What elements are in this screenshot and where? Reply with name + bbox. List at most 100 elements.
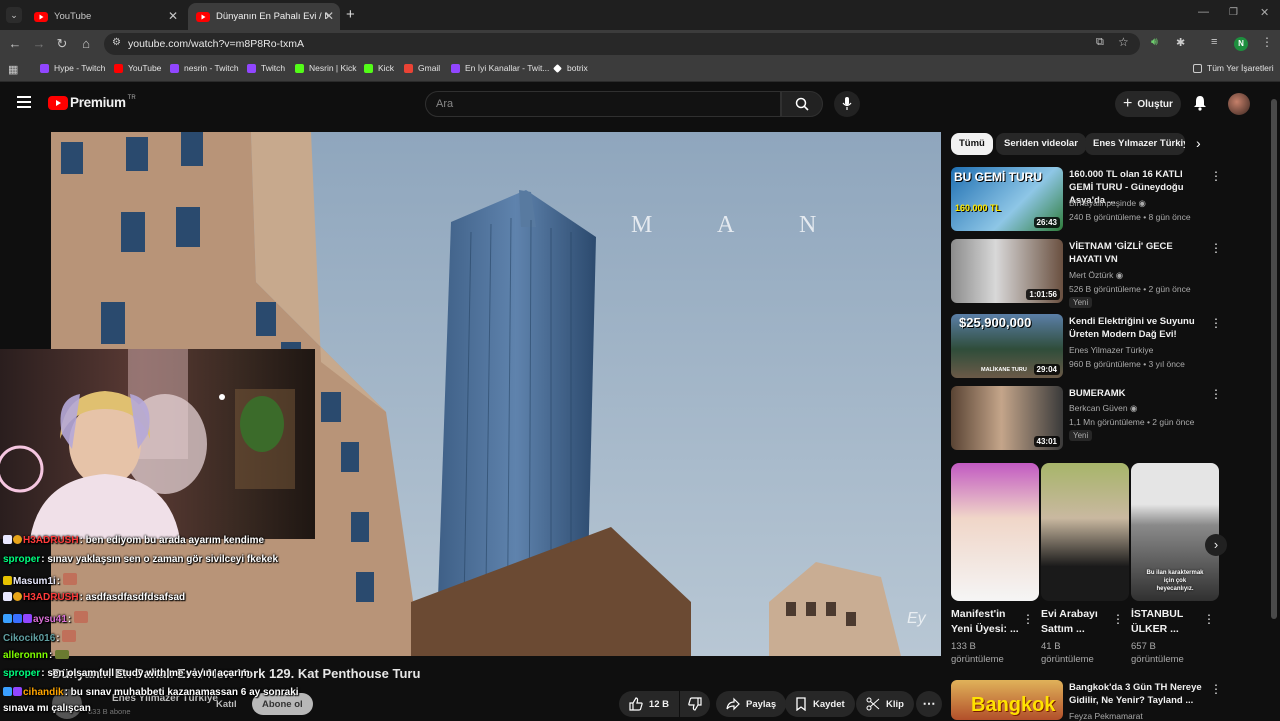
bookmark-item[interactable]: nesrin - Twitch: [170, 63, 239, 73]
related-meta: 960 B görüntüleme • 3 yıl önce: [1069, 359, 1185, 369]
chat-username[interactable]: aysu41: [33, 614, 67, 625]
related-title[interactable]: VİETNAM 'GİZLİ' GECE HAYATI VN: [1069, 240, 1204, 266]
site-info-icon[interactable]: ⚙: [112, 37, 121, 48]
logo-text: Premium: [70, 95, 126, 110]
page-scrollbar[interactable]: [1271, 87, 1277, 712]
new-tab-button[interactable]: +: [346, 6, 355, 23]
bookmark-item[interactable]: Twitch: [247, 63, 285, 73]
scissors-icon: [866, 697, 880, 711]
bookmark-item[interactable]: botrix: [553, 63, 588, 73]
close-tab-icon[interactable]: ✕: [324, 9, 334, 23]
close-tab-icon[interactable]: ✕: [168, 9, 178, 23]
more-actions-button[interactable]: ⋯: [916, 691, 942, 717]
chip-channel[interactable]: Enes Yılmazer Türkiye: [1085, 133, 1185, 155]
related-menu-icon[interactable]: ⋮: [1210, 170, 1222, 182]
bookmark-item[interactable]: Gmail: [404, 63, 440, 73]
related-channel[interactable]: Enes Yilmazer Türkiye: [1069, 345, 1153, 355]
tab-current-video[interactable]: Dünyanın En Pahalı Evi / New Y ✕: [188, 3, 340, 30]
audio-playing-icon[interactable]: 🔊︎: [1151, 36, 1158, 49]
related-thumbnail[interactable]: $25,900,000 MALİKANE TURU 29:04: [951, 314, 1063, 378]
short-menu-icon[interactable]: ⋮: [1112, 613, 1124, 625]
short-menu-icon[interactable]: ⋮: [1203, 613, 1215, 625]
dislike-button[interactable]: [680, 691, 710, 717]
related-thumbnail[interactable]: Bangkok: [951, 680, 1063, 720]
verified-icon: ◉: [1138, 198, 1146, 208]
related-title[interactable]: Bangkok'da 3 Gün TH Nereye Gidilir, Ne Y…: [1069, 681, 1204, 707]
chat-username[interactable]: cihandik: [23, 687, 64, 698]
all-bookmarks[interactable]: Tüm Yer İşaretleri: [1193, 63, 1274, 73]
extensions-icon[interactable]: ✱: [1176, 36, 1185, 49]
chat-username[interactable]: H3ADRUSH: [23, 535, 79, 546]
chip-all[interactable]: Tümü: [951, 133, 993, 155]
chips-next-icon[interactable]: ›: [1196, 135, 1201, 151]
guide-menu-icon[interactable]: [17, 96, 31, 108]
minimize-window-icon[interactable]: —: [1198, 6, 1209, 18]
voice-search-button[interactable]: [834, 91, 860, 117]
browser-menu-icon[interactable]: ⋮: [1261, 35, 1273, 49]
related-channel[interactable]: Berkcan Güven ◉: [1069, 403, 1137, 414]
media-controls-icon[interactable]: ≡: [1211, 36, 1217, 48]
clip-button[interactable]: Klip: [856, 691, 914, 717]
like-button[interactable]: 12 B: [619, 691, 679, 717]
chat-username[interactable]: alleronnn: [3, 650, 48, 661]
short-title[interactable]: Evi Arabayı Sattım ...: [1041, 607, 1111, 637]
short-title[interactable]: İSTANBUL ÜLKER ...: [1131, 607, 1201, 637]
tab-search-button[interactable]: ⌄: [6, 7, 22, 23]
related-thumbnail[interactable]: 43:01: [951, 386, 1063, 450]
related-menu-icon[interactable]: ⋮: [1210, 388, 1222, 400]
chip-series[interactable]: Seriden videolar: [996, 133, 1086, 155]
chat-username[interactable]: Masum1i: [13, 576, 56, 587]
search-button[interactable]: [781, 91, 823, 117]
forward-icon[interactable]: →: [31, 36, 47, 52]
shorts-next-button[interactable]: ›: [1205, 534, 1227, 556]
video-duration: 43:01: [1033, 436, 1060, 447]
home-icon[interactable]: ⌂: [78, 36, 94, 52]
thumbnail-subtext: MALİKANE TURU: [981, 367, 1027, 373]
close-window-icon[interactable]: ✕: [1260, 6, 1269, 19]
chat-username[interactable]: Cikocik016: [3, 633, 55, 644]
related-channel[interactable]: Birhayalinpeşinde ◉: [1069, 198, 1146, 209]
reload-icon[interactable]: ↻: [54, 36, 70, 52]
bookmark-item[interactable]: Kick: [364, 63, 394, 73]
bookmark-item[interactable]: Nesrin | Kick: [295, 63, 357, 73]
address-bar[interactable]: ⚙ youtube.com/watch?v=m8P8Ro-txmA ⧉ ☆: [104, 33, 1140, 55]
related-title[interactable]: BUMERAMK: [1069, 387, 1204, 400]
bookmark-item[interactable]: YouTube: [114, 63, 161, 73]
related-menu-icon[interactable]: ⋮: [1210, 317, 1222, 329]
short-thumbnail[interactable]: [1041, 463, 1129, 601]
related-title[interactable]: Kendi Elektriğini ve Suyunu Üreten Moder…: [1069, 315, 1204, 341]
short-thumbnail[interactable]: [951, 463, 1039, 601]
bookmark-star-icon[interactable]: ☆: [1118, 35, 1129, 49]
share-button[interactable]: Paylaş: [716, 691, 787, 717]
related-thumbnail[interactable]: BU GEMİ TURU 160.000 TL 26:43: [951, 167, 1063, 231]
related-menu-icon[interactable]: ⋮: [1210, 242, 1222, 254]
bookmark-item[interactable]: En İyi Kanallar - Twit...: [451, 63, 549, 73]
back-icon[interactable]: ←: [7, 36, 23, 52]
apps-icon[interactable]: ▦: [8, 63, 18, 76]
streamer-webcam-overlay: [0, 349, 315, 539]
related-channel[interactable]: Mert Öztürk ◉: [1069, 270, 1123, 281]
tab-youtube[interactable]: YouTube ✕: [26, 3, 184, 30]
search-input[interactable]: Ara: [425, 91, 781, 117]
notifications-bell-icon[interactable]: [1193, 95, 1207, 111]
youtube-premium-logo[interactable]: Premium TR: [48, 95, 136, 110]
install-app-icon[interactable]: ⧉: [1096, 36, 1104, 49]
short-title[interactable]: Manifest'in Yeni Üyesi: ...: [951, 607, 1021, 637]
vip-badge-icon: [13, 535, 22, 544]
chat-username[interactable]: sproper: [3, 668, 40, 679]
profile-avatar[interactable]: N: [1234, 37, 1248, 51]
save-button[interactable]: Kaydet: [785, 691, 855, 717]
create-button[interactable]: + Oluştur: [1115, 91, 1181, 117]
chat-username[interactable]: H3ADRUSH: [23, 592, 79, 603]
chat-username[interactable]: sproper: [3, 554, 40, 565]
short-menu-icon[interactable]: ⋮: [1022, 613, 1034, 625]
twitch-icon: [170, 63, 179, 73]
account-avatar[interactable]: [1228, 93, 1250, 115]
video-duration: 29:04: [1033, 364, 1060, 375]
related-menu-icon[interactable]: ⋮: [1210, 683, 1222, 695]
bookmark-item[interactable]: Hype - Twitch: [40, 63, 105, 73]
related-meta: 526 B görüntüleme • 2 gün önce: [1069, 284, 1191, 294]
short-thumbnail[interactable]: Bu ilan karaktermak için çok heyecanlıyı…: [1131, 463, 1219, 601]
related-thumbnail[interactable]: 1:01:56: [951, 239, 1063, 303]
restore-window-icon[interactable]: ❐: [1229, 7, 1238, 18]
